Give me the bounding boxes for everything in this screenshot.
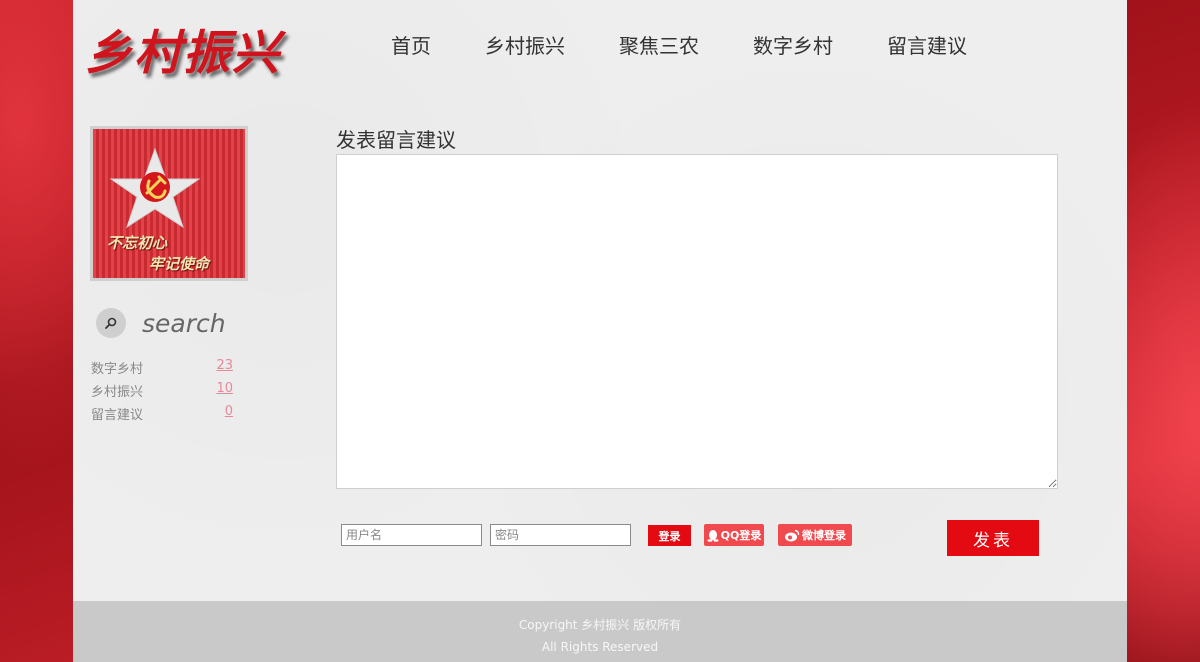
search-widget: search xyxy=(96,308,226,338)
banner-slogan-2: 牢记使命 xyxy=(149,255,210,273)
category-name[interactable]: 数字乡村 xyxy=(91,358,143,381)
footer: Copyright 乡村振兴 版权所有 All Rights Reserved xyxy=(73,601,1127,662)
password-input[interactable] xyxy=(490,524,631,546)
weibo-icon xyxy=(785,529,800,541)
nav-item-focus-agriculture[interactable]: 聚焦三农 xyxy=(619,30,699,59)
banner-slogan-1: 不忘初心 xyxy=(107,234,168,252)
list-item: 乡村振兴 10 xyxy=(91,381,233,404)
message-textarea[interactable] xyxy=(336,154,1058,489)
nav-item-suggestions[interactable]: 留言建议 xyxy=(887,30,967,59)
weibo-login-label: 微博登录 xyxy=(802,529,846,542)
publish-button[interactable]: 发表 xyxy=(947,520,1039,556)
qq-login-button[interactable]: QQ登录 xyxy=(704,524,764,546)
search-button[interactable] xyxy=(96,308,126,338)
login-button[interactable]: 登录 xyxy=(648,525,691,546)
footer-rights: All Rights Reserved xyxy=(541,640,659,654)
page-container: 乡村振兴 首页 乡村振兴 聚焦三农 数字乡村 留言建议 不忘初心 牢记使命 se… xyxy=(73,0,1127,662)
username-input[interactable] xyxy=(341,524,482,546)
footer-copyright: Copyright 乡村振兴 版权所有 xyxy=(518,618,682,632)
list-item: 留言建议 0 xyxy=(91,404,233,427)
category-list: 数字乡村 23 乡村振兴 10 留言建议 0 xyxy=(91,358,233,427)
form-title: 发表留言建议 xyxy=(336,128,456,152)
category-count[interactable]: 0 xyxy=(225,404,233,427)
sidebar-banner-image: 不忘初心 牢记使命 xyxy=(90,126,248,281)
site-logo[interactable]: 乡村振兴 xyxy=(85,14,281,83)
nav-item-rural-revitalization[interactable]: 乡村振兴 xyxy=(485,30,565,59)
weibo-login-button[interactable]: 微博登录 xyxy=(778,524,852,546)
magnifier-icon xyxy=(105,317,117,329)
nav-item-digital-village[interactable]: 数字乡村 xyxy=(753,30,833,59)
qq-penguin-icon xyxy=(707,529,719,542)
nav-item-home[interactable]: 首页 xyxy=(391,30,431,59)
search-label[interactable]: search xyxy=(142,309,226,338)
category-count[interactable]: 23 xyxy=(216,358,233,381)
category-name[interactable]: 留言建议 xyxy=(91,404,143,427)
qq-login-label: QQ登录 xyxy=(720,529,762,542)
main-nav: 首页 乡村振兴 聚焦三农 数字乡村 留言建议 xyxy=(391,30,1021,59)
list-item: 数字乡村 23 xyxy=(91,358,233,381)
category-name[interactable]: 乡村振兴 xyxy=(91,381,143,404)
category-count[interactable]: 10 xyxy=(216,381,233,404)
